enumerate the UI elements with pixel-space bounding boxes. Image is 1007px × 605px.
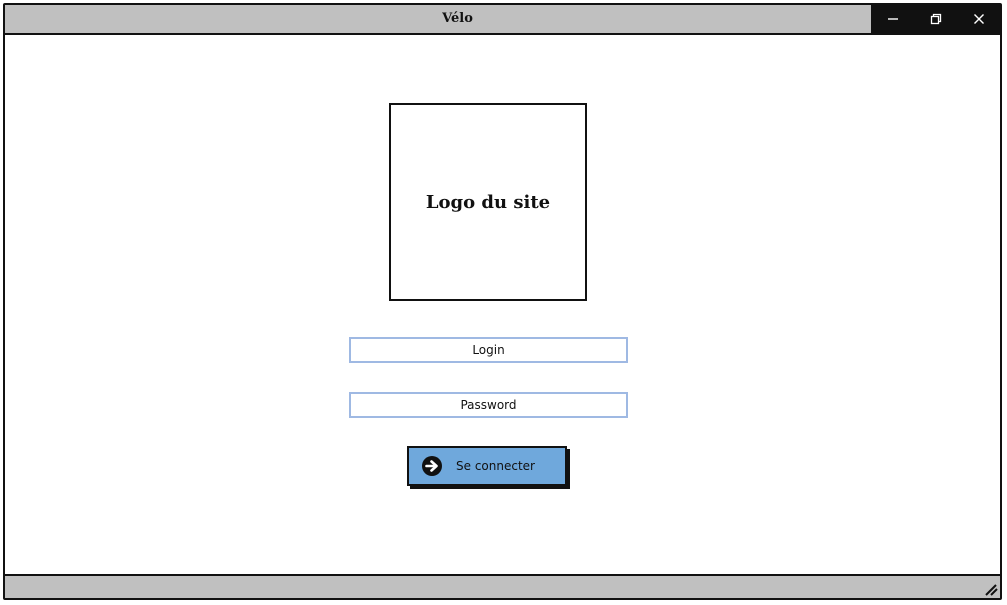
minimize-icon — [887, 18, 898, 20]
resize-grip-icon[interactable] — [982, 580, 998, 596]
app-window: Vélo Logo du site Login Se connecter — [3, 3, 1002, 600]
window-controls — [871, 5, 1000, 33]
restore-icon — [930, 13, 941, 25]
login-button[interactable]: Se connecter — [407, 446, 567, 486]
site-logo-placeholder: Logo du site — [389, 103, 587, 301]
title-bar[interactable]: Vélo — [5, 5, 1000, 35]
minimize-button[interactable] — [871, 5, 914, 33]
close-icon — [973, 14, 984, 24]
site-logo-label: Logo du site — [425, 191, 551, 213]
window-title: Vélo — [442, 11, 473, 26]
restore-button[interactable] — [914, 5, 957, 33]
password-input[interactable] — [349, 392, 628, 418]
arrow-right-circle-icon — [421, 455, 443, 477]
status-bar — [5, 574, 1000, 598]
close-button[interactable] — [957, 5, 1000, 33]
login-input[interactable] — [349, 337, 628, 363]
login-button-label: Se connecter — [456, 459, 535, 473]
